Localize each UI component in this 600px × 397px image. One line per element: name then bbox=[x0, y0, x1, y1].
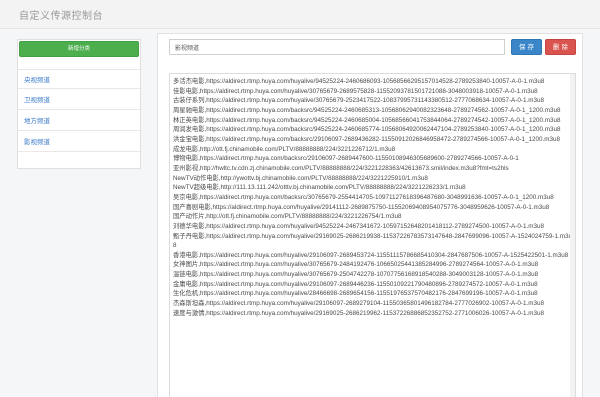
source-line: 香港电影,https://aldirect.rtmp.huya.com/huya… bbox=[173, 251, 569, 259]
save-button[interactable]: 保 存 bbox=[511, 39, 542, 55]
source-line: 国产喜剧电影,https://aldirect.rtmp.huya.com/hu… bbox=[173, 203, 550, 211]
app-title: 自定义传源控制台 bbox=[19, 11, 103, 22]
source-line: 生化危机,https://aldirect.rtmp.huya.com/huya… bbox=[173, 290, 538, 298]
source-line: NewTV超级电影,http://111.13.111.242/otttv.bj… bbox=[173, 184, 466, 192]
source-line: 古装仔系列,https://aldirect.rtmp.huya.com/huy… bbox=[173, 97, 544, 105]
source-line: 温链电影,https://aldirect.rtmp.huya.com/huya… bbox=[173, 271, 539, 279]
source-line: 周润发电影,https://aldirect.rtmp.huya.com/bac… bbox=[173, 126, 561, 134]
source-line: 杰森斯坦森,https://aldirect.rtmp.huya.com/huy… bbox=[173, 300, 544, 308]
editor-panel: 保 存 删 除 多活杰电影,https://aldirect.rtmp.huya… bbox=[157, 33, 583, 397]
source-line: 博物电影,https://aldirect.rtmp.huya.com/back… bbox=[173, 155, 519, 163]
scrollbar[interactable] bbox=[570, 74, 575, 397]
source-line: 吴京电影,https://aldirect.rtmp.huya.com/back… bbox=[173, 193, 554, 201]
sidebar-item-satellite[interactable]: 卫视频道 bbox=[18, 90, 140, 110]
source-line: 佳影电影,https://aldirect.rtmp.huya.com/huya… bbox=[173, 87, 538, 95]
source-line: 成龙电影,http://ott.fj.chinamobile.com/PLTV/… bbox=[173, 145, 396, 153]
source-line: 甄子丹电影,https://aldirect.rtmp.huya.com/huy… bbox=[173, 232, 572, 250]
category-sidebar: 新增分类 央视频道 卫视频道 地方频道 影视频道 bbox=[17, 39, 141, 169]
source-line: 金庸电影,https://aldirect.rtmp.huya.com/huya… bbox=[173, 280, 538, 288]
source-lines: 多活杰电影,https://aldirect.rtmp.huya.com/huy… bbox=[173, 77, 572, 318]
source-line: 多活杰电影,https://aldirect.rtmp.huya.com/huy… bbox=[173, 78, 545, 85]
source-line: NewTV动作电影,http://ywottv.bj.chinamobile.c… bbox=[173, 174, 428, 182]
source-line: 女神图片,https://aldirect.rtmp.huya.com/huya… bbox=[173, 261, 539, 269]
source-line: 刘德华电影,https://aldirect.rtmp.huya.com/huy… bbox=[173, 222, 544, 230]
top-header: 自定义传源控制台 bbox=[0, 0, 600, 29]
source-line: 林正英电影,https://aldirect.rtmp.huya.com/bac… bbox=[173, 116, 561, 124]
source-list-textarea[interactable]: 多活杰电影,https://aldirect.rtmp.huya.com/huy… bbox=[169, 73, 576, 397]
sidebar-item-local[interactable]: 地方频道 bbox=[18, 111, 140, 131]
source-line: 洪金宝电影,https://aldirect.rtmp.huya.com/bac… bbox=[173, 135, 561, 143]
source-line: 亚州影视,http://hwltc.tv.cdn.zj.chinamobile.… bbox=[173, 164, 509, 172]
source-line: 周星驰电影,https://aldirect.rtmp.huya.com/bac… bbox=[173, 106, 561, 114]
add-category-button[interactable]: 新增分类 bbox=[19, 41, 139, 57]
source-line: 国产动作片,http://ott.fj.chinamobile.com/PLTV… bbox=[173, 213, 402, 221]
sidebar-item-cctv[interactable]: 央视频道 bbox=[18, 69, 140, 89]
delete-button[interactable]: 删 除 bbox=[545, 39, 576, 55]
source-line: 速度与激情,https://aldirect.rtmp.huya.com/huy… bbox=[173, 309, 544, 317]
sidebar-item-movies[interactable]: 影视频道 bbox=[18, 132, 140, 152]
category-name-input[interactable] bbox=[169, 39, 505, 55]
